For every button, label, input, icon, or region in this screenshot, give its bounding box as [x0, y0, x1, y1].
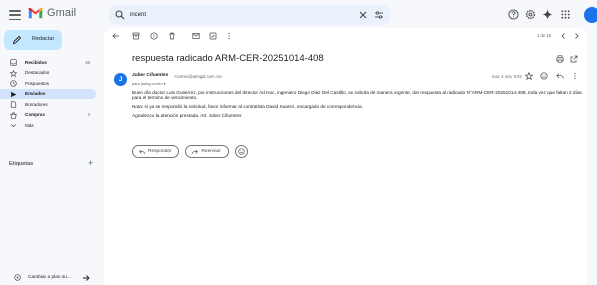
- apps-grid-icon[interactable]: [560, 9, 571, 20]
- search-bar[interactable]: [108, 5, 391, 25]
- sidebar-item-label: Enviados: [25, 91, 46, 96]
- body-paragraph: Nota: si ya se respondió la solicitud, f…: [132, 104, 363, 109]
- sidebar-item-label: Pospuestos: [25, 80, 50, 86]
- main-menu-icon[interactable]: [8, 8, 22, 22]
- sidebar-item-label: Destacados: [25, 70, 50, 75]
- unread-count: 46: [85, 59, 90, 65]
- send-icon: [10, 91, 17, 97]
- print-icon[interactable]: [556, 55, 564, 63]
- search-input[interactable]: [130, 9, 330, 21]
- draft-icon: [10, 101, 17, 108]
- pencil-icon: [12, 35, 22, 45]
- forward-button[interactable]: Reenviar: [185, 145, 229, 158]
- clear-search-icon[interactable]: [358, 10, 368, 20]
- compose-label: Redactar: [32, 36, 55, 42]
- report-spam-icon[interactable]: [150, 32, 158, 40]
- body-paragraph: Agradezco la atención prestada. Att. Jub…: [132, 112, 242, 118]
- sidebar-item-drafts[interactable]: Borradores: [0, 99, 96, 110]
- email-body: Buen día doctor Luis Gutierrez, por inst…: [132, 90, 582, 121]
- more-vertical-icon[interactable]: [225, 32, 233, 40]
- mark-unread-icon[interactable]: [192, 32, 200, 40]
- account-avatar[interactable]: [584, 7, 597, 23]
- reply-actions: Responder Reenviar: [132, 145, 248, 158]
- body-paragraph: Buen día doctor Luis Gutierrez, por inst…: [132, 90, 582, 101]
- sidebar-item-label: Compras: [25, 112, 45, 117]
- sidebar-item-sent[interactable]: Enviados: [0, 88, 96, 99]
- sidebar-item-starred[interactable]: Destacados: [0, 68, 96, 79]
- reply-button[interactable]: Responder: [132, 145, 180, 158]
- gmail-app: Gmail incent Redactar Recibidos 46 Desta…: [0, 0, 597, 285]
- reply-icon[interactable]: [556, 72, 564, 80]
- older-chevron-icon[interactable]: [573, 32, 580, 40]
- sidebar-item-more[interactable]: Más: [0, 120, 96, 131]
- more-options-icon[interactable]: [571, 72, 579, 80]
- gmail-m-icon: [28, 8, 43, 19]
- newer-chevron-icon[interactable]: [560, 32, 567, 40]
- gmail-logo[interactable]: Gmail: [28, 7, 76, 19]
- labels-heading: Etiquetas: [9, 161, 34, 167]
- settings-gear-icon[interactable]: [525, 9, 536, 20]
- star-message-icon[interactable]: [525, 72, 533, 80]
- help-icon[interactable]: [508, 9, 519, 20]
- sidebar-item-inbox[interactable]: Recibidos 46: [0, 57, 96, 68]
- recipient-details[interactable]: para juang.correo ▾: [132, 81, 166, 86]
- snooze-icon[interactable]: [209, 32, 217, 40]
- top-bar: Gmail: [0, 0, 597, 30]
- search-options-icon[interactable]: [374, 10, 384, 20]
- message-date: mar, 4 nov, 9:02: [492, 74, 522, 79]
- compose-button[interactable]: Redactar: [4, 30, 62, 50]
- sender-name[interactable]: Juber Cifuentes: [132, 73, 168, 78]
- email-subject: respuesta radicado ARM-CER-20251014-408: [132, 53, 324, 64]
- add-label-button[interactable]: +: [88, 159, 93, 168]
- emoji-react-icon[interactable]: [540, 72, 548, 80]
- sender-avatar[interactable]: J: [114, 73, 127, 86]
- delete-icon[interactable]: [168, 32, 176, 40]
- sidebar-nav: Recibidos 46 Destacados Pospuestos Envia…: [0, 57, 100, 131]
- forward-arrow-icon: [192, 149, 199, 154]
- sender-email: <correo@armgid.com.co>: [174, 73, 223, 79]
- sidebar-item-label: Más: [25, 122, 34, 128]
- shopping-icon: [10, 111, 17, 119]
- search-icon[interactable]: [115, 10, 125, 20]
- email-pane: 1 de 16 respuesta radicado ARM-CER-20251…: [104, 28, 587, 285]
- info-circle-icon: [14, 274, 21, 281]
- emoji-reaction-button[interactable]: [234, 145, 248, 158]
- sidebar-item-snoozed[interactable]: Pospuestos: [0, 78, 96, 89]
- open-new-window-icon[interactable]: [570, 55, 578, 63]
- app-name: Gmail: [47, 7, 77, 19]
- back-arrow-icon[interactable]: [112, 32, 120, 40]
- clock-icon: [10, 80, 17, 87]
- archive-icon[interactable]: [132, 32, 140, 40]
- arrow-right-icon[interactable]: [82, 274, 90, 282]
- unread-count: 4: [87, 112, 90, 117]
- gemini-icon[interactable]: [542, 9, 553, 20]
- sidebar-item-purchases[interactable]: Compras 4: [0, 110, 96, 121]
- sidebar-item-label: Recibidos: [25, 59, 47, 65]
- forward-label: Reenviar: [201, 149, 221, 154]
- inbox-icon: [10, 59, 17, 66]
- reply-arrow-icon: [139, 149, 145, 154]
- pagination-text: 1 de 16: [537, 33, 551, 38]
- reply-label: Responder: [148, 149, 172, 154]
- chevron-down-icon: [11, 124, 16, 128]
- switch-plan-label: Cambiar a plan su...: [28, 275, 71, 280]
- sidebar-item-label: Borradores: [25, 101, 48, 107]
- star-icon: [10, 69, 17, 77]
- smiley-icon: [238, 148, 245, 155]
- switch-plan-link[interactable]: Cambiar a plan su...: [14, 274, 71, 281]
